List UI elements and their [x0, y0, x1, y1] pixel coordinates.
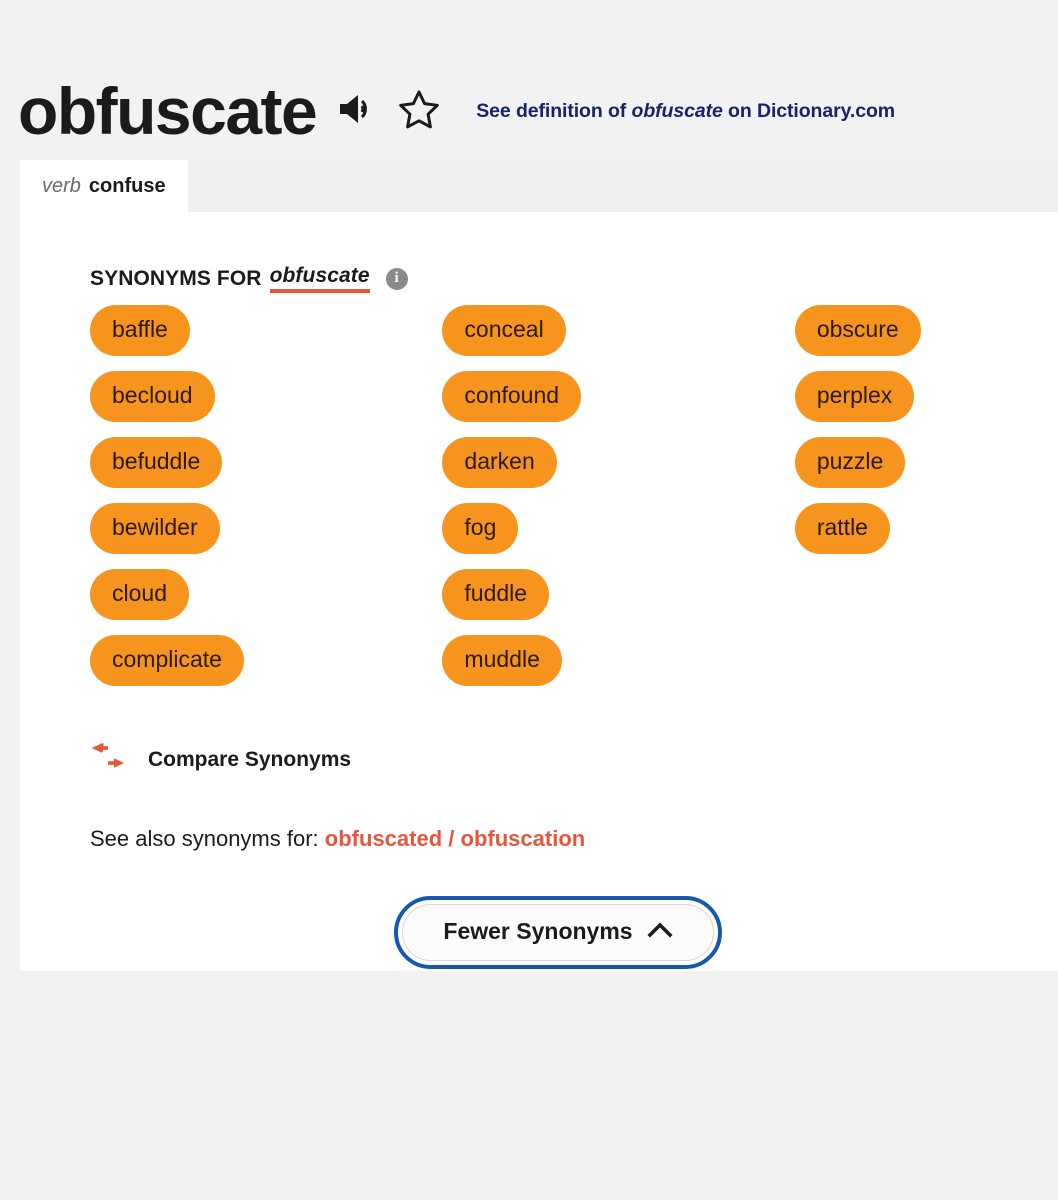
list-item: befuddle: [90, 437, 442, 503]
see-also-label: See also synonyms for:: [90, 826, 319, 851]
definition-link-word: obfuscate: [631, 99, 723, 122]
compare-synonyms-link[interactable]: Compare Synonyms: [90, 741, 1058, 778]
fewer-synonyms-button[interactable]: Fewer Synonyms: [394, 896, 722, 969]
synonyms-heading-prefix: SYNONYMS FOR: [90, 266, 262, 290]
tab-verb-confuse[interactable]: verb confuse: [20, 160, 188, 212]
page-title: obfuscate: [18, 74, 318, 148]
definition-link-prefix: See definition of: [476, 99, 632, 122]
synonyms-card: verb confuse SYNONYMS FOR obfuscate i ba…: [20, 160, 1058, 971]
synonym-pill[interactable]: obscure: [794, 305, 921, 356]
synonym-column-2: conceal confound darken fog fuddle muddl…: [442, 305, 794, 701]
list-item: becloud: [90, 371, 442, 437]
synonym-pill[interactable]: perplex: [794, 371, 915, 422]
list-item: fog: [442, 503, 794, 569]
see-also-link-obfuscated[interactable]: obfuscated: [325, 826, 442, 851]
card-body: SYNONYMS FOR obfuscate i baffle becloud …: [20, 212, 1058, 969]
synonym-column-3: obscure perplex puzzle rattle: [794, 305, 1058, 701]
list-item: perplex: [794, 371, 1058, 437]
list-item: cloud: [90, 569, 442, 635]
speaker-icon[interactable]: [338, 92, 376, 131]
page-header: obfuscate See definition of obfuscate on…: [0, 0, 1058, 160]
tab-sense-label: confuse: [88, 174, 166, 197]
list-item: muddle: [442, 635, 794, 701]
list-item: bewilder: [90, 503, 442, 569]
list-item: conceal: [442, 305, 794, 371]
list-item: rattle: [794, 503, 1058, 569]
compare-synonyms-label: Compare Synonyms: [148, 747, 352, 771]
synonym-pill[interactable]: confound: [442, 371, 582, 422]
synonym-pill[interactable]: complicate: [90, 635, 244, 686]
list-item: fuddle: [442, 569, 794, 635]
synonym-pill[interactable]: befuddle: [90, 437, 223, 488]
list-item: puzzle: [794, 437, 1058, 503]
synonym-column-1: baffle becloud befuddle bewilder cloud c…: [90, 305, 442, 701]
synonym-pill[interactable]: puzzle: [794, 437, 906, 488]
compare-arrows-icon: [90, 741, 126, 778]
synonym-pill[interactable]: rattle: [794, 503, 890, 554]
tab-part-of-speech: verb: [42, 174, 81, 197]
see-also-separator: /: [448, 826, 455, 851]
synonym-pill[interactable]: baffle: [90, 305, 190, 356]
chevron-up-icon: [647, 918, 673, 945]
synonym-columns: baffle becloud befuddle bewilder cloud c…: [90, 305, 1058, 701]
list-item: darken: [442, 437, 794, 503]
synonym-pill[interactable]: fuddle: [442, 569, 550, 620]
star-icon[interactable]: [398, 89, 440, 134]
tab-bar: verb confuse: [20, 160, 1058, 212]
synonyms-heading-word: obfuscate: [269, 264, 370, 293]
list-item: obscure: [794, 305, 1058, 371]
fewer-synonyms-label: Fewer Synonyms: [443, 918, 633, 944]
see-also-row: See also synonyms for: obfuscated / obfu…: [90, 826, 1058, 852]
list-item: baffle: [90, 305, 442, 371]
info-icon[interactable]: i: [385, 267, 408, 290]
list-item: confound: [442, 371, 794, 437]
synonym-pill[interactable]: cloud: [90, 569, 189, 620]
list-item: complicate: [90, 635, 442, 701]
see-definition-link[interactable]: See definition of obfuscate on Dictionar…: [476, 100, 895, 123]
definition-link-suffix: on Dictionary.com: [722, 99, 896, 122]
synonyms-heading: SYNONYMS FOR obfuscate i: [90, 264, 1058, 293]
synonym-pill[interactable]: conceal: [442, 305, 566, 356]
toggle-button-row: Fewer Synonyms: [20, 896, 1058, 969]
synonym-pill[interactable]: darken: [442, 437, 557, 488]
synonym-pill[interactable]: becloud: [90, 371, 215, 422]
see-also-link-obfuscation[interactable]: obfuscation: [461, 826, 586, 851]
synonym-pill[interactable]: fog: [442, 503, 519, 554]
synonym-pill[interactable]: bewilder: [90, 503, 220, 554]
synonym-pill[interactable]: muddle: [442, 635, 562, 686]
